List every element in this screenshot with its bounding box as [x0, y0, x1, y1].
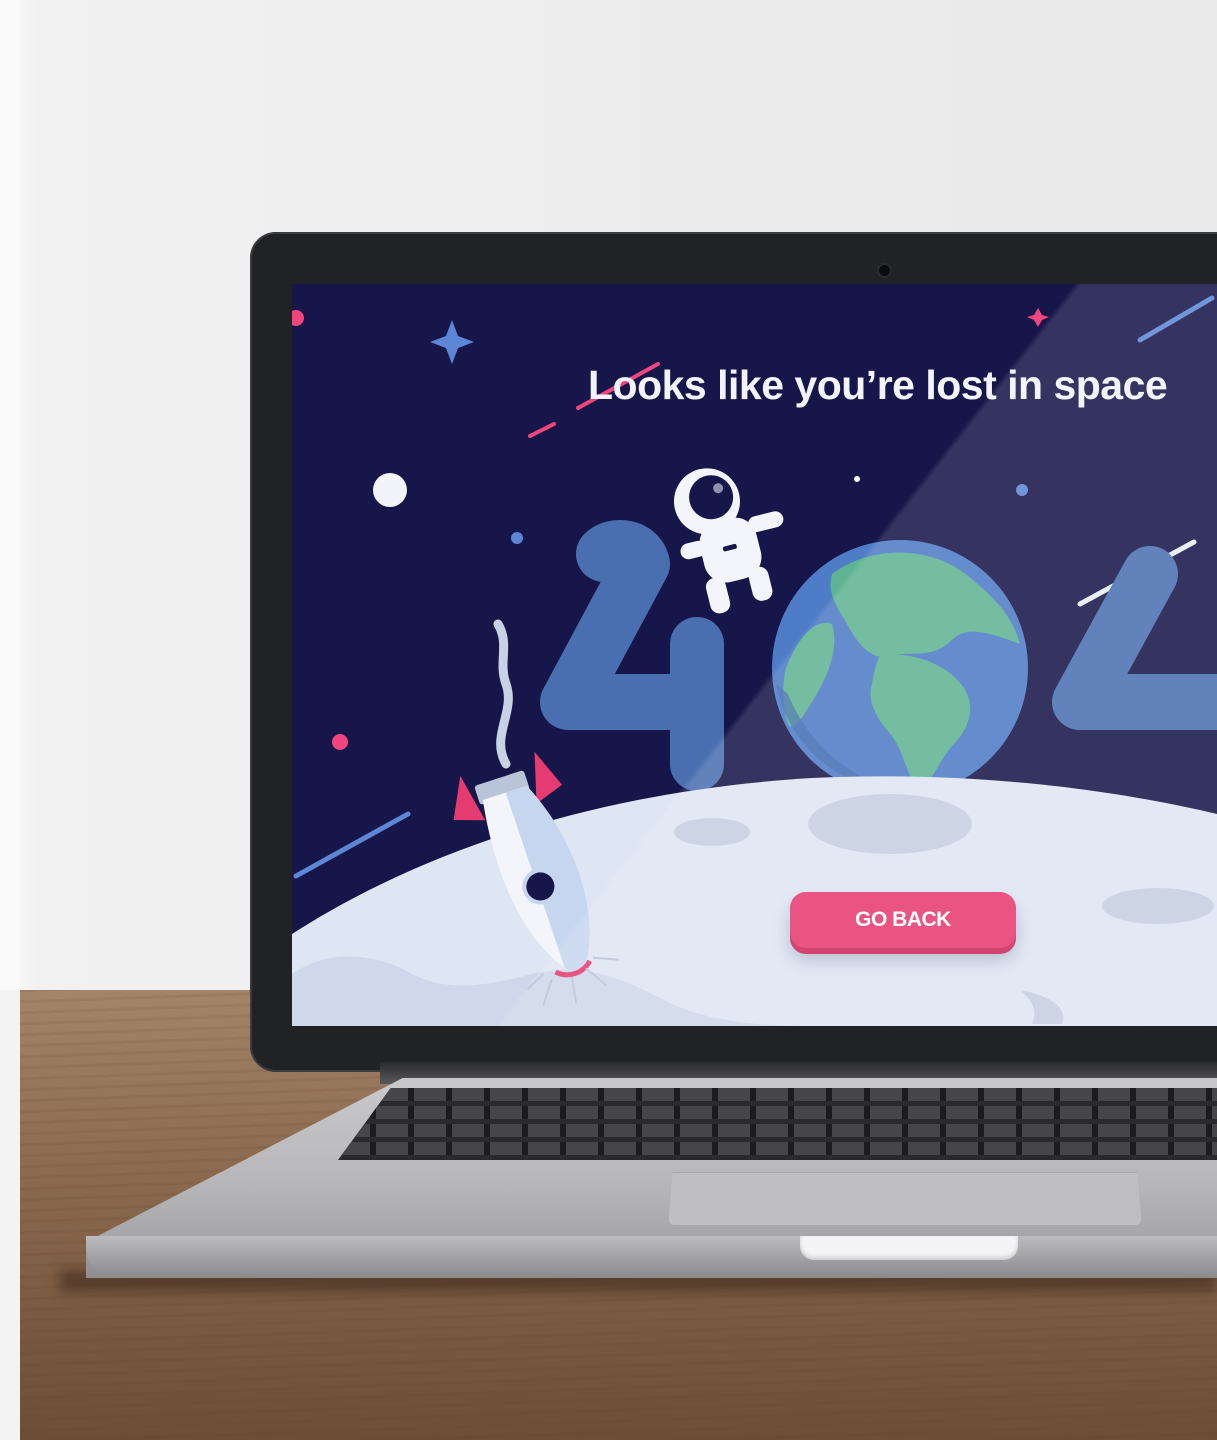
- moon-crater: [808, 794, 972, 854]
- star-dot: [1016, 484, 1028, 496]
- moon-crater: [674, 818, 750, 846]
- earth-icon: [772, 540, 1028, 796]
- wall-edge: [0, 0, 20, 1000]
- star-dot: [332, 734, 348, 750]
- moon-crater: [1102, 888, 1214, 924]
- go-back-button[interactable]: GO BACK: [790, 892, 1016, 948]
- planet-dot: [373, 473, 407, 507]
- page-headline: Looks like you’re lost in space: [588, 362, 1168, 408]
- trackpad[interactable]: [668, 1172, 1142, 1226]
- webcam: [879, 265, 890, 276]
- laptop-screen: Looks like you’re lost in space GO BACK: [292, 284, 1217, 1026]
- laptop-front-edge: [86, 1236, 1217, 1278]
- keyboard-keys[interactable]: [338, 1088, 1217, 1160]
- lid-notch: [800, 1236, 1018, 1260]
- star-dot: [854, 476, 860, 482]
- desk-edge: [0, 990, 20, 1440]
- star-dot: [511, 532, 523, 544]
